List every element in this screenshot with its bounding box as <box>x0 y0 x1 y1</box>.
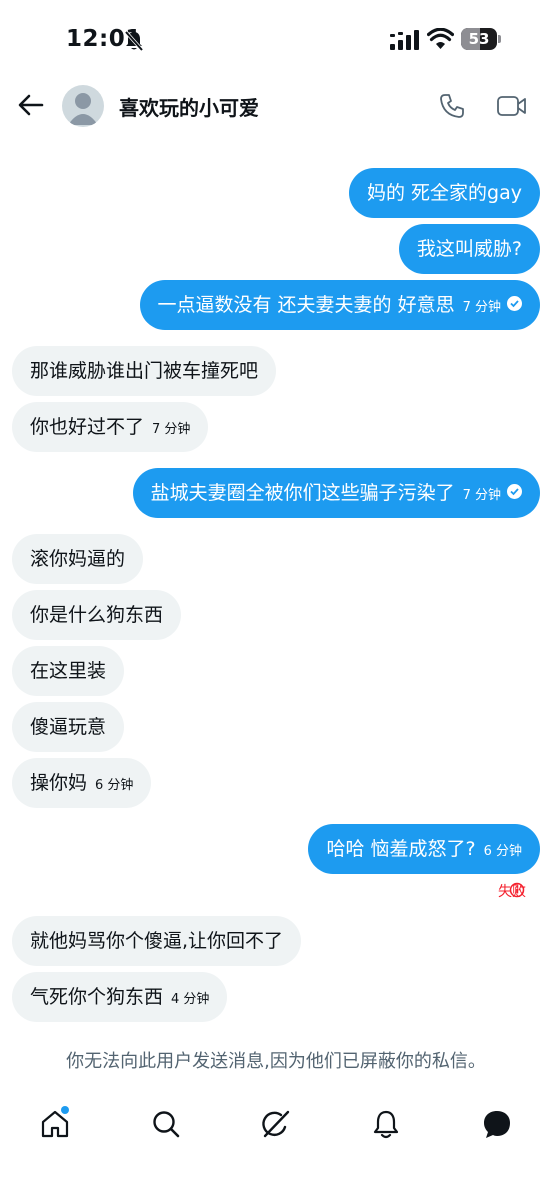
message-incoming[interactable]: 你也好过不了 7 分钟 <box>12 402 209 452</box>
notifications-icon[interactable] <box>370 1108 402 1140</box>
home-notification-dot <box>61 1106 69 1114</box>
search-icon[interactable] <box>150 1108 182 1140</box>
error-info-icon[interactable] <box>509 882 525 898</box>
message-timestamp: 7 分钟 <box>152 422 191 437</box>
message-incoming[interactable]: 就他妈骂你个傻逼,让你回不了 <box>12 916 302 966</box>
status-bar: 12:01 53 <box>0 0 552 80</box>
signal-icon <box>390 30 419 50</box>
conversation-header: 喜欢玩的小可爱 <box>0 80 552 132</box>
message-incoming[interactable]: 傻逼玩意 <box>12 702 125 752</box>
message-timestamp: 4 分钟 <box>171 992 210 1007</box>
wifi-icon <box>427 28 454 49</box>
scroll-fade <box>0 132 552 152</box>
message-text: 你也好过不了 <box>30 416 145 438</box>
bell-off-icon <box>124 30 144 52</box>
sent-check-icon <box>507 296 522 311</box>
message-timestamp: 6 分钟 <box>95 778 134 793</box>
message-text: 盐城夫妻圈全被你们这些骗子污染了 <box>150 482 455 504</box>
battery-percent: 53 <box>468 30 490 48</box>
battery-icon: 53 <box>461 28 497 50</box>
video-icon[interactable] <box>496 93 528 119</box>
message-timestamp: 7 分钟 <box>462 300 501 315</box>
message-text: 一点逼数没有 还夫妻夫妻的 好意思 <box>157 294 455 316</box>
back-arrow-icon[interactable] <box>16 90 46 120</box>
message-text: 气死你个狗东西 <box>30 986 164 1008</box>
message-text: 傻逼玩意 <box>30 716 107 738</box>
message-incoming[interactable]: 操你妈 6 分钟 <box>12 758 152 808</box>
default-avatar-icon <box>68 93 98 125</box>
battery-tip <box>498 35 501 43</box>
grok-icon[interactable] <box>260 1108 292 1140</box>
message-text: 那谁威胁谁出门被车撞死吧 <box>30 360 259 382</box>
message-incoming[interactable]: 在这里装 <box>12 646 125 696</box>
message-text: 哈哈 恼羞成怒了? <box>326 838 476 860</box>
messages-icon[interactable] <box>481 1108 513 1140</box>
avatar[interactable] <box>62 85 104 127</box>
message-text: 就他妈骂你个傻逼,让你回不了 <box>30 930 284 952</box>
bottom-nav <box>0 1100 552 1152</box>
message-text: 我这叫威胁? <box>416 238 522 260</box>
message-text: 滚你妈逼的 <box>30 548 126 570</box>
message-text: 你是什么狗东西 <box>30 604 164 626</box>
sent-check-icon <box>507 484 522 499</box>
message-incoming[interactable]: 气死你个狗东西 4 分钟 <box>12 972 228 1022</box>
message-outgoing[interactable]: 哈哈 恼羞成怒了? 6 分钟 <box>308 824 540 874</box>
conversation-title[interactable]: 喜欢玩的小可爱 <box>119 92 259 121</box>
message-outgoing[interactable]: 一点逼数没有 还夫妻夫妻的 好意思 7 分钟 <box>139 280 540 330</box>
message-incoming[interactable]: 那谁威胁谁出门被车撞死吧 <box>12 346 277 396</box>
message-text: 妈的 死全家的gay <box>367 182 522 204</box>
message-text: 操你妈 <box>30 772 88 794</box>
message-outgoing[interactable]: 妈的 死全家的gay <box>349 168 540 218</box>
message-timestamp: 6 分钟 <box>483 844 522 859</box>
message-incoming[interactable]: 滚你妈逼的 <box>12 534 144 584</box>
blocked-notice: 你无法向此用户发送消息,因为他们已屏蔽你的私信。 <box>66 1051 486 1072</box>
message-text: 在这里装 <box>30 660 107 682</box>
message-outgoing[interactable]: 盐城夫妻圈全被你们这些骗子污染了 7 分钟 <box>132 468 540 518</box>
message-timestamp: 7 分钟 <box>462 488 501 503</box>
message-incoming[interactable]: 你是什么狗东西 <box>12 590 182 640</box>
phone-icon[interactable] <box>438 92 466 120</box>
message-outgoing[interactable]: 我这叫威胁? <box>398 224 540 274</box>
